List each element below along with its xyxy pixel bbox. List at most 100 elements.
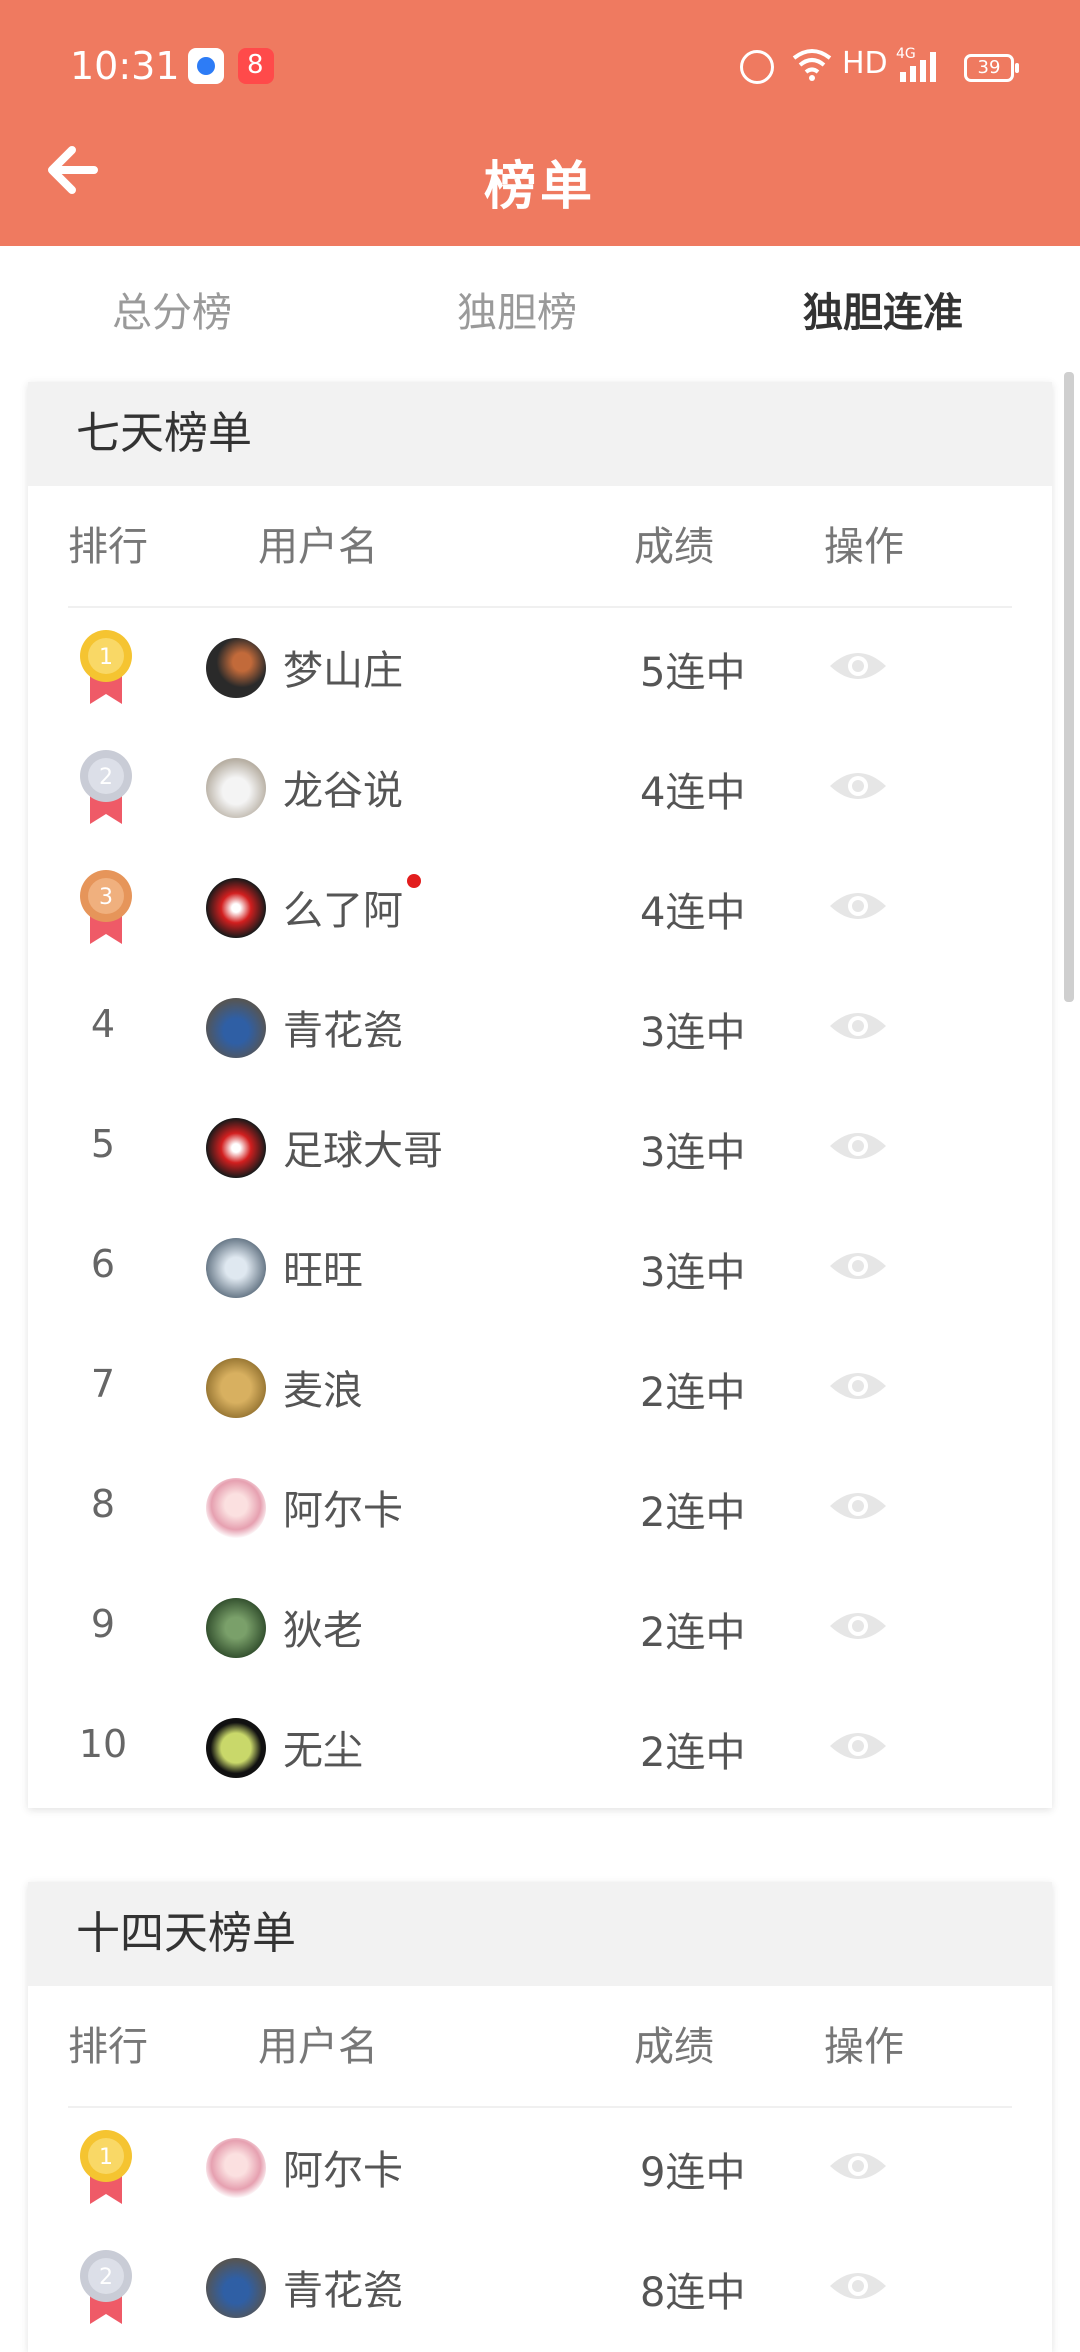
svg-text:2: 2	[99, 765, 113, 790]
svg-text:1: 1	[99, 645, 113, 670]
score: 8连中	[640, 2270, 746, 2316]
svg-text:1: 1	[99, 2145, 113, 2170]
table-row: 5 足球大哥 3连中	[28, 1088, 1052, 1208]
rank-number: 4	[90, 1002, 116, 1046]
tab-total-score[interactable]: 总分榜	[112, 280, 232, 338]
eye-icon[interactable]	[828, 766, 888, 806]
table-row: 4 青花瓷 3连中	[28, 968, 1052, 1088]
status-time: 10:31	[70, 44, 180, 88]
rank-number: 9	[90, 1602, 116, 1646]
col-action: 操作	[824, 524, 904, 570]
col-score: 成绩	[634, 524, 714, 570]
table-row: 2 青花瓷 8连中	[28, 2228, 1052, 2348]
rank-number: 8	[90, 1482, 116, 1526]
table-row: 1 阿尔卡 9连中	[28, 2108, 1052, 2228]
eye-icon[interactable]	[828, 1006, 888, 1046]
score: 4连中	[640, 770, 746, 816]
score: 3连中	[640, 1130, 746, 1176]
col-username: 用户名	[258, 524, 378, 570]
battery-icon: 39	[964, 54, 1019, 82]
username: 旺旺	[283, 1248, 363, 1294]
rank-number: 10	[78, 1722, 128, 1766]
username: 青花瓷	[283, 2268, 403, 2314]
avatar	[206, 998, 266, 1058]
username: 阿尔卡	[283, 2148, 403, 2194]
col-rank: 排行	[68, 2024, 148, 2070]
silver-medal-icon: 2	[80, 2250, 132, 2324]
score: 5连中	[640, 650, 746, 696]
bronze-medal-icon: 3	[80, 870, 132, 944]
svg-text:2: 2	[99, 2265, 113, 2290]
rank-number: 6	[90, 1242, 116, 1286]
gold-medal-icon: 1	[80, 630, 132, 704]
username: 无尘	[283, 1728, 363, 1774]
avatar	[206, 1238, 266, 1298]
username: 青花瓷	[283, 1008, 403, 1054]
avatar	[206, 1598, 266, 1658]
column-headers: 排行 用户名 成绩 操作	[68, 486, 1012, 608]
username: 梦山庄	[283, 648, 403, 694]
eye-icon[interactable]	[828, 1366, 888, 1406]
table-row: 9 狄老 2连中	[28, 1568, 1052, 1688]
score: 4连中	[640, 890, 746, 936]
avatar	[206, 758, 266, 818]
scrollbar[interactable]	[1064, 372, 1074, 1002]
page-title: 榜单	[483, 157, 596, 217]
score: 3连中	[640, 1250, 746, 1296]
username: 麦浪	[283, 1368, 363, 1414]
eye-icon[interactable]	[828, 1246, 888, 1286]
avatar	[206, 1718, 266, 1778]
username: 龙谷说	[283, 768, 403, 814]
app-icon-red	[238, 48, 274, 84]
avatar	[206, 1358, 266, 1418]
score: 9连中	[640, 2150, 746, 2196]
username: 足球大哥	[283, 1128, 443, 1174]
eye-icon[interactable]	[828, 1126, 888, 1166]
eye-icon[interactable]	[828, 886, 888, 926]
svg-text:4G: 4G	[896, 46, 916, 62]
table-row: 3 么了阿 4连中	[28, 848, 1052, 968]
score: 2连中	[640, 1730, 746, 1776]
avatar	[206, 2258, 266, 2318]
seven-day-board: 七天榜单 排行 用户名 成绩 操作 1 梦山庄 5连中 2 龙谷说 4连中 3 …	[28, 382, 1052, 1808]
eye-icon[interactable]	[828, 1486, 888, 1526]
gold-medal-icon: 1	[80, 2130, 132, 2204]
tab-bar: 总分榜 独胆榜 独胆连准	[0, 246, 1080, 374]
avatar	[206, 2138, 266, 2198]
silver-medal-icon: 2	[80, 750, 132, 824]
app-icon-blue	[188, 48, 224, 84]
username-text: 么了阿	[283, 888, 403, 934]
score: 2连中	[640, 1490, 746, 1536]
username: 阿尔卡	[283, 1488, 403, 1534]
username: 么了阿	[283, 874, 421, 936]
col-score: 成绩	[634, 2024, 714, 2070]
eye-icon[interactable]	[828, 2146, 888, 2186]
svg-text:3: 3	[99, 885, 113, 910]
tab-single[interactable]: 独胆榜	[457, 280, 577, 338]
network-label: HD	[842, 46, 888, 81]
col-action: 操作	[824, 2024, 904, 2070]
col-username: 用户名	[258, 2024, 378, 2070]
rank-number: 5	[90, 1122, 116, 1166]
avatar	[206, 1118, 266, 1178]
board-title: 十四天榜单	[28, 1882, 1052, 1986]
eye-icon[interactable]	[828, 2266, 888, 2306]
table-row: 7 麦浪 2连中	[28, 1328, 1052, 1448]
column-headers: 排行 用户名 成绩 操作	[68, 1986, 1012, 2108]
score: 2连中	[640, 1610, 746, 1656]
eye-icon[interactable]	[828, 646, 888, 686]
new-dot-badge	[407, 874, 421, 888]
col-rank: 排行	[68, 524, 148, 570]
wifi-icon	[792, 49, 832, 81]
table-row: 2 龙谷说 4连中	[28, 728, 1052, 848]
avatar	[206, 638, 266, 698]
board-title: 七天榜单	[28, 382, 1052, 486]
avatar	[206, 1478, 266, 1538]
status-bar: 10:31 HD 4G 39	[0, 0, 1080, 130]
table-row: 1 梦山庄 5连中	[28, 608, 1052, 728]
tab-single-streak[interactable]: 独胆连准	[803, 280, 963, 338]
eye-icon[interactable]	[828, 1726, 888, 1766]
rank-number: 7	[90, 1362, 116, 1406]
eye-icon[interactable]	[828, 1606, 888, 1646]
score: 3连中	[640, 1010, 746, 1056]
